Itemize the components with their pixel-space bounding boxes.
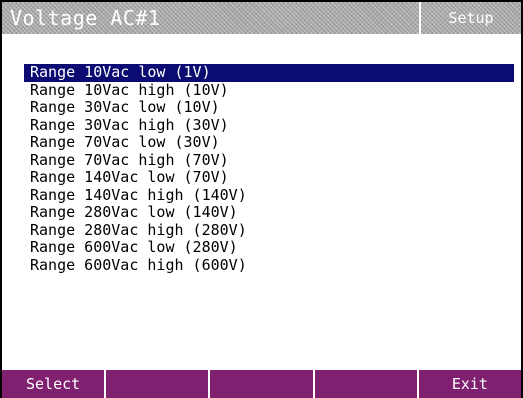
- menu-item-range-30vac-low[interactable]: Range 30Vac low (10V): [24, 98, 514, 117]
- range-menu: Range 10Vac low (1V) Range 10Vac high (1…: [24, 63, 514, 275]
- menu-item-range-70vac-low[interactable]: Range 70Vac low (30V): [24, 133, 514, 152]
- menu-item-range-70vac-high[interactable]: Range 70Vac high (70V): [24, 151, 514, 170]
- softkey-2[interactable]: [106, 370, 211, 398]
- page-title: Voltage AC#1: [10, 6, 161, 30]
- menu-item-range-140vac-low[interactable]: Range 140Vac low (70V): [24, 168, 514, 187]
- instrument-screen: Voltage AC#1 Setup Range 10Vac low (1V) …: [0, 0, 523, 398]
- menu-item-range-30vac-high[interactable]: Range 30Vac high (30V): [24, 116, 514, 135]
- mode-indicator: Setup: [419, 2, 521, 34]
- menu-item-range-600vac-high[interactable]: Range 600Vac high (600V): [24, 256, 514, 275]
- softkey-bar: Select Exit: [2, 370, 521, 398]
- menu-item-range-600vac-low[interactable]: Range 600Vac low (280V): [24, 238, 514, 257]
- menu-item-range-280vac-high[interactable]: Range 280Vac high (280V): [24, 221, 514, 240]
- select-softkey[interactable]: Select: [2, 370, 107, 398]
- menu-item-range-140vac-high[interactable]: Range 140Vac high (140V): [24, 186, 514, 205]
- menu-item-range-10vac-low[interactable]: Range 10Vac low (1V): [24, 63, 514, 82]
- softkey-3[interactable]: [210, 370, 315, 398]
- menu-item-range-280vac-low[interactable]: Range 280Vac low (140V): [24, 203, 514, 222]
- menu-item-range-10vac-high[interactable]: Range 10Vac high (10V): [24, 81, 514, 100]
- softkey-4[interactable]: [315, 370, 419, 398]
- exit-softkey[interactable]: Exit: [419, 370, 521, 398]
- title-bar: Voltage AC#1 Setup: [2, 2, 521, 34]
